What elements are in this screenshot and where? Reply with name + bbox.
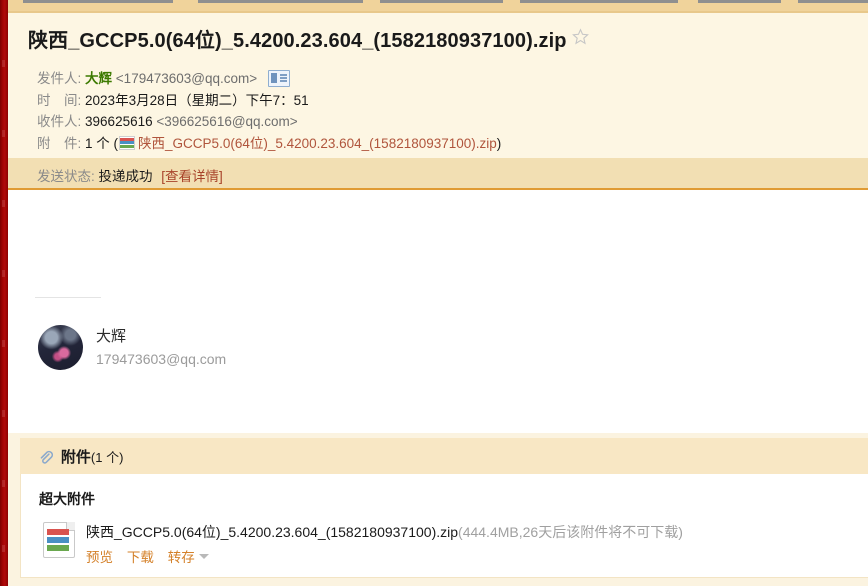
tab-segment[interactable] — [798, 0, 868, 3]
attachment-panel-count: (1 个) — [90, 450, 124, 465]
zip-file-icon — [119, 135, 136, 150]
meta-row-from: 发件人: 大辉 <179473603@qq.com> — [37, 68, 501, 90]
attachment-filename[interactable]: 陕西_GCCP5.0(64位)_5.4200.23.604_(158218093… — [86, 524, 458, 540]
tab-segment[interactable] — [380, 0, 503, 3]
attachment-count: 1 个 ( — [85, 135, 119, 151]
caret-down-icon[interactable] — [198, 554, 209, 559]
to-label: 收件人: — [37, 114, 82, 129]
tab-strip[interactable] — [8, 0, 868, 13]
attachment-panel-title: 附件 — [60, 449, 91, 466]
save-to-cloud-button[interactable]: 转存 — [168, 550, 195, 565]
to-name[interactable]: 396625616 — [85, 114, 153, 129]
signature-card: 大辉 179473603@qq.com — [38, 325, 226, 371]
from-label: 发件人: — [37, 71, 82, 86]
signature-email: 179473603@qq.com — [96, 351, 227, 367]
star-outline-icon[interactable] — [571, 28, 589, 48]
to-email[interactable]: <396625616@qq.com> — [156, 114, 297, 129]
attachment-meta: (444.4MB,26天后该附件将不可下载) — [458, 524, 683, 540]
attachment-list: 超大附件 陕西_GCCP5.0(64位)_5.4200.23.604_(1582… — [20, 474, 868, 578]
signature-divider — [35, 297, 101, 298]
page-title: 陕西_GCCP5.0(64位)_5.4200.23.604_(158218093… — [28, 30, 567, 52]
send-status-bar: 发送状态: 投递成功 [查看详情] — [8, 158, 868, 190]
meta-row-attachment: 附 件: 1 个 ( 陕西_GCCP5.0(64位)_5.4200.23.604… — [37, 133, 501, 155]
view-details-link[interactable]: [查看详情] — [161, 169, 223, 184]
tab-segment[interactable] — [520, 0, 678, 3]
status-badge: 投递成功 — [98, 169, 153, 184]
time-value: 2023年3月28日（星期二）下午7：51 — [85, 92, 309, 108]
from-name[interactable]: 大辉 — [85, 71, 112, 86]
message-meta: 发件人: 大辉 <179473603@qq.com> 时 间: 2023年3月2… — [37, 68, 501, 154]
contact-card-icon[interactable] — [267, 70, 290, 87]
tab-segment[interactable] — [23, 0, 173, 3]
attachment-filename-link[interactable]: 陕西_GCCP5.0(64位)_5.4200.23.604_(158218093… — [138, 136, 497, 151]
from-email[interactable]: <179473603@qq.com> — [116, 71, 257, 86]
tab-segment[interactable] — [698, 0, 781, 3]
status-label: 发送状态: — [37, 169, 95, 184]
message-header: 陕西_GCCP5.0(64位)_5.4200.23.604_(158218093… — [8, 13, 868, 158]
paperclip-icon — [38, 450, 54, 468]
preview-button[interactable]: 预览 — [86, 550, 113, 565]
left-red-rail — [0, 0, 8, 586]
download-button[interactable]: 下载 — [127, 550, 154, 565]
avatar — [38, 325, 83, 370]
list-item: 陕西_GCCP5.0(64位)_5.4200.23.604_(158218093… — [43, 522, 862, 566]
attachment-label: 附 件: — [37, 135, 82, 151]
signature-name: 大辉 — [96, 328, 127, 345]
mail-body: 大辉 179473603@qq.com — [8, 192, 868, 426]
subject-row: 陕西_GCCP5.0(64位)_5.4200.23.604_(158218093… — [28, 24, 858, 53]
attachment-panel-header: 附件(1 个) — [20, 438, 868, 474]
tab-segment[interactable] — [198, 0, 363, 3]
attachment-actions: 预览 下载 转存 — [86, 546, 862, 566]
zip-file-icon — [43, 522, 75, 558]
attachment-paren-close: ) — [496, 135, 502, 151]
attachment-group-title: 超大附件 — [39, 491, 95, 507]
meta-row-to: 收件人: 396625616 <396625616@qq.com> — [37, 111, 501, 133]
attachment-panel: 附件(1 个) 超大附件 陕西_GCCP5.0(64位)_5.4200.23.6… — [8, 433, 868, 586]
time-label: 时 间: — [37, 92, 82, 108]
meta-row-time: 时 间: 2023年3月28日（星期二）下午7：51 — [37, 90, 501, 112]
